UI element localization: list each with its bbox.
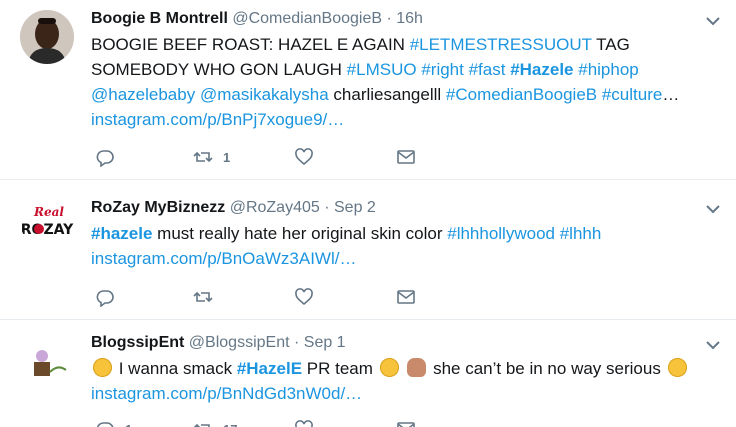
mention-link[interactable]: @hazelebaby <box>91 85 195 104</box>
text-segment: PR team <box>302 359 378 378</box>
avatar-logo-top: Real <box>33 205 64 219</box>
reply-button[interactable] <box>95 146 115 168</box>
tweet-3-content: BlogssipEnt @BlogssipEnt · Sep 1 I wanna… <box>91 333 696 406</box>
hashtag-link[interactable]: #lhhh <box>560 224 602 243</box>
hashtag-link[interactable]: #lhhhollywood <box>447 224 555 243</box>
chevron-down-icon[interactable] <box>704 200 722 218</box>
unamused-emoji <box>667 358 687 377</box>
retweet-icon <box>193 423 210 427</box>
display-name[interactable]: Boogie B Montrell <box>91 10 228 27</box>
avatar-logo-bottom: ROZAY <box>21 222 74 238</box>
hashtag-link[interactable]: #culture <box>602 85 662 104</box>
reply-icon <box>96 150 114 167</box>
tweet-actions: 1 <box>91 146 431 168</box>
tweet-header: BlogssipEnt @BlogssipEnt · Sep 1 <box>91 333 696 353</box>
direct-message-button[interactable] <box>396 146 416 168</box>
user-handle[interactable]: @BlogssipEnt <box>189 334 290 351</box>
retweet-button[interactable]: 17 <box>193 418 237 427</box>
direct-message-icon <box>397 422 415 427</box>
like-icon <box>295 420 313 427</box>
separator: · <box>386 10 392 27</box>
reply-icon <box>96 290 114 307</box>
hashtag-link[interactable]: #right <box>421 60 464 79</box>
text-segment: I wanna smack <box>114 359 237 378</box>
hashtag-link[interactable]: #ComedianBoogieB <box>446 85 597 104</box>
tweet-text: I wanna smack #HazelE PR team she can’t … <box>91 356 696 381</box>
timestamp[interactable]: 16h <box>396 10 423 27</box>
instagram-link[interactable]: instagram.com/p/BnOaWz3AIWl/… <box>91 246 696 271</box>
tweet-2-content: RoZay MyBiznezz @RoZay405 · Sep 2 #hazel… <box>91 198 696 271</box>
chevron-down-icon[interactable] <box>704 12 722 30</box>
direct-message-button[interactable] <box>396 286 416 308</box>
display-name[interactable]: BlogssipEnt <box>91 334 184 351</box>
tweet-header: Boogie B Montrell @ComedianBoogieB · 16h <box>91 9 696 29</box>
like-icon <box>295 148 313 166</box>
separator: · <box>324 199 330 216</box>
tweet-1-content: Boogie B Montrell @ComedianBoogieB · 16h… <box>91 9 696 132</box>
avatar[interactable]: Real ROZAY <box>20 194 74 248</box>
retweet-icon <box>193 291 213 303</box>
reply-button[interactable] <box>95 286 115 308</box>
direct-message-button[interactable] <box>396 418 416 427</box>
retweet-count: 1 <box>223 149 231 165</box>
timestamp[interactable]: Sep 1 <box>304 334 346 351</box>
chevron-down-icon[interactable] <box>704 336 722 354</box>
hashtag-link[interactable]: #hiphop <box>578 60 639 79</box>
text-segment: she can’t be in no way serious <box>428 359 666 378</box>
eye-roll-emoji <box>379 358 399 377</box>
retweet-count: 17 <box>223 422 237 427</box>
retweet-button[interactable]: 1 <box>193 146 230 168</box>
mention-link[interactable]: @masikakalysha <box>200 85 329 104</box>
instagram-link[interactable]: instagram.com/p/BnNdGd3nW0d/… <box>91 381 696 406</box>
like-button[interactable] <box>294 418 314 427</box>
tweet-text: #hazele must really hate her original sk… <box>91 221 696 246</box>
text-segment: BOOGIE BEEF ROAST: HAZEL E AGAIN <box>91 35 410 54</box>
timestamp[interactable]: Sep 2 <box>334 199 376 216</box>
direct-message-icon <box>397 290 415 304</box>
user-handle[interactable]: @ComedianBoogieB <box>232 10 382 27</box>
reply-count: 1 <box>125 422 132 427</box>
hashtag-link[interactable]: #HazelE <box>237 359 302 378</box>
reply-button[interactable]: 1 <box>95 418 132 427</box>
separator: · <box>293 334 300 351</box>
text-segment: charliesangelll <box>328 85 446 104</box>
instagram-link[interactable]: instagram.com/p/BnPj7xogue9/… <box>91 107 696 132</box>
retweet-icon <box>193 151 213 163</box>
user-handle[interactable]: @RoZay405 <box>230 199 320 216</box>
display-name[interactable]: RoZay MyBiznezz <box>91 199 225 216</box>
reply-icon <box>96 422 114 427</box>
like-icon <box>295 288 313 306</box>
retweet-button[interactable] <box>193 286 213 308</box>
tweet-actions <box>91 286 431 308</box>
hashtag-link[interactable]: #LETMESTRESSUOUT <box>410 35 592 54</box>
tweet-timeline: Boogie B Montrell @ComedianBoogieB · 16h… <box>0 0 736 427</box>
tweet-text: BOOGIE BEEF ROAST: HAZEL E AGAIN #LETMES… <box>91 35 680 104</box>
direct-message-icon <box>397 150 415 164</box>
facepalm-emoji <box>407 358 427 377</box>
avatar[interactable] <box>20 334 74 388</box>
tweet-actions: 1 17 <box>91 418 431 427</box>
hashtag-link[interactable]: #hazele <box>91 224 152 243</box>
like-button[interactable] <box>294 146 314 168</box>
avatar[interactable] <box>20 10 74 64</box>
tweet-header: RoZay MyBiznezz @RoZay405 · Sep 2 <box>91 198 696 218</box>
hashtag-link[interactable]: #Hazele <box>510 60 573 79</box>
flushed-emoji <box>93 358 112 377</box>
text-segment: must really hate her original skin color <box>152 224 448 243</box>
hashtag-link[interactable]: #fast <box>469 60 506 79</box>
like-button[interactable] <box>294 286 314 308</box>
hashtag-link[interactable]: #LMSUO <box>347 60 417 79</box>
